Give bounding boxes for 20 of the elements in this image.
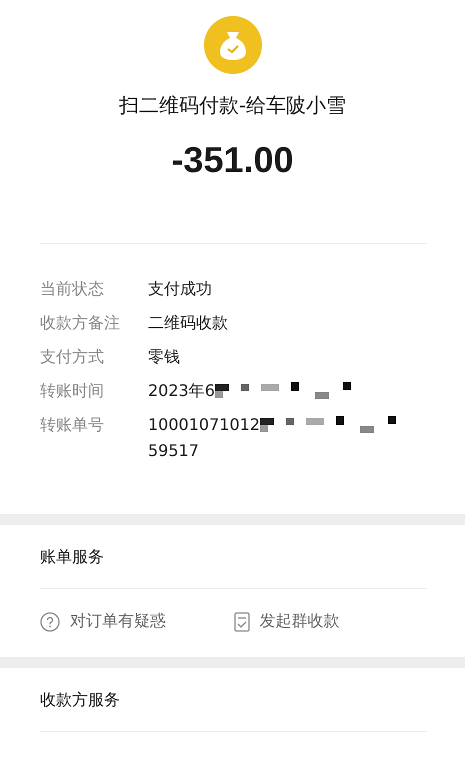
detail-value: 支付成功 (148, 278, 212, 300)
detail-label: 转账单号 (40, 414, 105, 436)
payment-title: 扫二维码付款-给车陂小雪 (118, 92, 346, 119)
detail-label: 当前状态 (40, 278, 105, 300)
money-bag-icon (204, 16, 262, 74)
amount: -351.00 (171, 139, 294, 181)
section-title: 账单服务 (40, 546, 105, 568)
action-link[interactable]: 发起群收款 (234, 611, 427, 632)
detail-value: 10001071012 (148, 414, 260, 436)
question-icon (40, 612, 60, 632)
detail-value: 59517 (148, 440, 200, 462)
detail-label: 收款方备注 (40, 312, 121, 334)
detail-label: 转账时间 (40, 380, 105, 402)
document-check-icon (234, 612, 250, 632)
detail-value: 2023年6 (148, 380, 215, 402)
detail-label: 支付方式 (40, 346, 105, 368)
section-title: 收款方服务 (40, 689, 121, 711)
detail-value: 二维码收款 (148, 312, 228, 334)
detail-value: 零钱 (148, 346, 180, 368)
action-link[interactable]: 对订单有疑惑 (40, 611, 234, 632)
